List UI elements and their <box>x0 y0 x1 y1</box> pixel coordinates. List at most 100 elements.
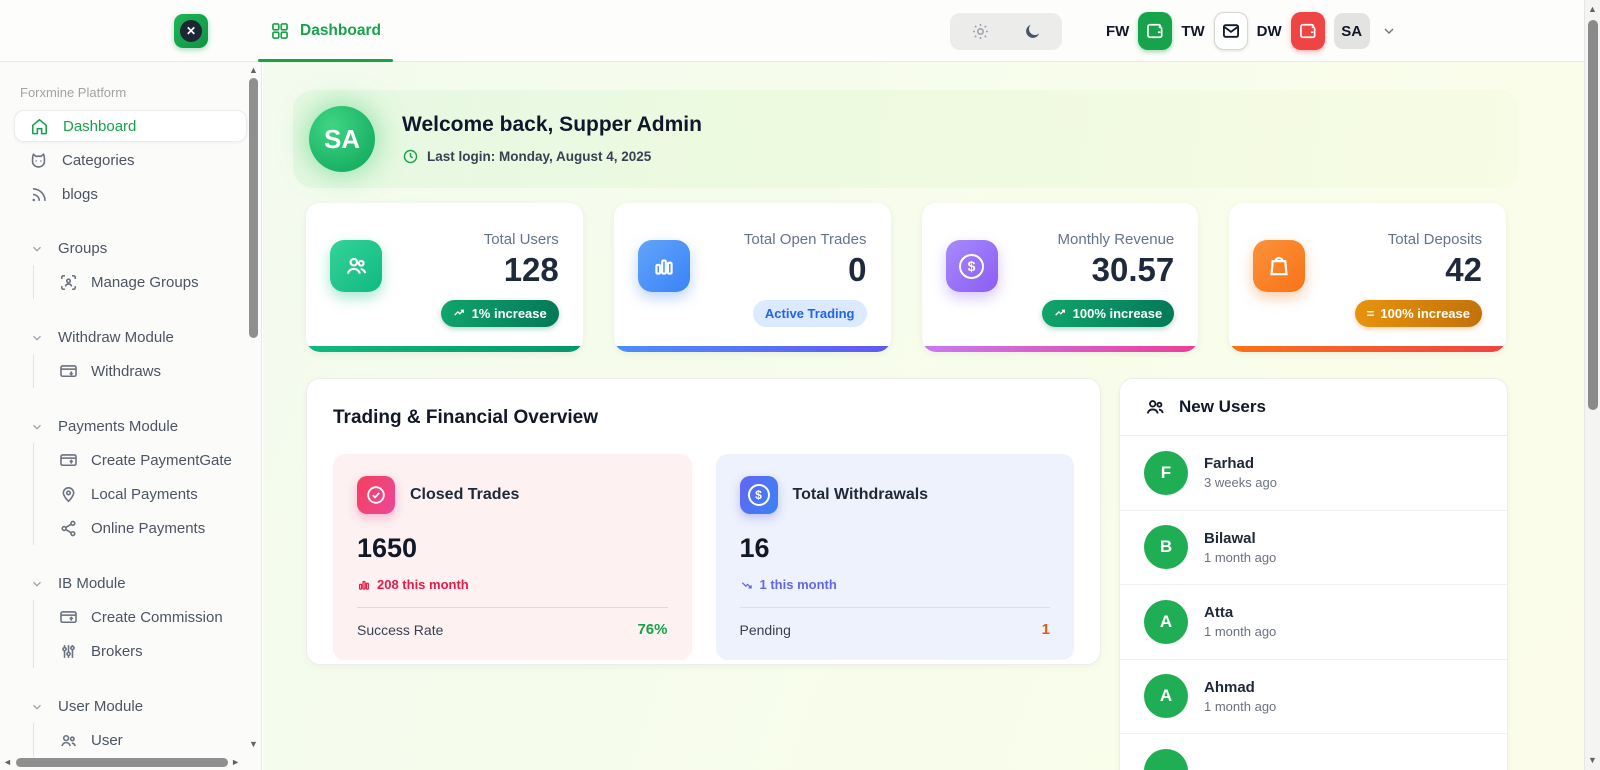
sidebar-section-groups[interactable]: Groups <box>14 240 247 257</box>
user-name: Farhad <box>1204 455 1277 472</box>
users-icon <box>330 240 382 292</box>
avatar: SA <box>309 106 375 172</box>
theme-toggle[interactable] <box>950 13 1062 50</box>
trend-up-icon <box>453 307 466 320</box>
sidebar-item-label: Dashboard <box>63 118 136 135</box>
sidebar-horizontal-scrollbar[interactable]: ◄ ► <box>0 755 246 770</box>
sidebar-section-label: IB Module <box>58 575 126 592</box>
sidebar-item-user[interactable]: User <box>47 723 261 757</box>
chevron-down-icon <box>30 577 44 591</box>
list-item[interactable] <box>1120 734 1507 770</box>
stat-badge-label: 100% increase <box>1073 306 1163 321</box>
list-item[interactable]: F Farhad 3 weeks ago <box>1120 436 1507 511</box>
scroll-right-arrow[interactable]: ► <box>231 758 240 767</box>
sidebar-subgroup-payments: Create PaymentGate Local Payments Online… <box>33 443 261 545</box>
platform-label: Forxmine Platform <box>20 85 261 100</box>
stat-accent-bar <box>614 346 891 352</box>
avatar: A <box>1144 674 1188 718</box>
user-time: 1 month ago <box>1204 550 1276 565</box>
avatar: B <box>1144 525 1188 569</box>
stat-value: 30.57 <box>1092 251 1175 289</box>
sidebar-item-dashboard[interactable]: Dashboard <box>14 110 247 142</box>
equals-icon <box>1367 306 1375 321</box>
page-scrollbar-thumb[interactable] <box>1588 20 1598 410</box>
scroll-up-arrow[interactable]: ▲ <box>1588 5 1597 14</box>
stat-badge-label: 1% increase <box>472 306 547 321</box>
bar-chart-icon <box>638 240 690 292</box>
sidebar-item-online-payments[interactable]: Online Payments <box>47 511 261 545</box>
sidebar-item-label: blogs <box>62 186 98 203</box>
list-item[interactable]: A Ahmad 1 month ago <box>1120 660 1507 735</box>
chevron-down-icon[interactable] <box>1381 23 1397 39</box>
user-name: Bilawal <box>1204 530 1276 547</box>
dw-wallet-button[interactable] <box>1291 12 1325 50</box>
sidebar-section-user-module[interactable]: User Module <box>14 698 247 715</box>
sidebar-vertical-scrollbar[interactable]: ▲ ▼ <box>246 62 261 754</box>
total-withdrawals-card: Total Withdrawals 16 1 this month Pendin… <box>716 454 1075 660</box>
sidebar-item-manage-groups[interactable]: Manage Groups <box>47 265 261 299</box>
sidebar-item-create-paymentgate[interactable]: Create PaymentGate <box>47 443 261 477</box>
sidebar-item-label: Categories <box>62 152 135 169</box>
tab-dashboard[interactable]: Dashboard <box>258 0 393 61</box>
sidebar-item-local-payments[interactable]: Local Payments <box>47 477 261 511</box>
list-item[interactable]: A Atta 1 month ago <box>1120 585 1507 660</box>
chevron-down-icon <box>30 700 44 714</box>
scroll-down-arrow[interactable]: ▼ <box>249 740 258 749</box>
success-rate-value: 76% <box>637 621 667 638</box>
stat-label: Total Users <box>484 231 559 248</box>
stat-badge: Active Trading <box>753 300 867 327</box>
sidebar-item-withdraws[interactable]: Withdraws <box>47 354 261 388</box>
sidebar-section-payments-module[interactable]: Payments Module <box>14 418 247 435</box>
sidebar-hscrollbar-thumb[interactable] <box>16 758 228 767</box>
main-content: SA Welcome back, Supper Admin Last login… <box>263 62 1584 770</box>
clock-icon <box>402 148 419 165</box>
sidebar-subgroup-groups: Manage Groups <box>33 265 261 299</box>
scroll-up-arrow[interactable]: ▲ <box>249 66 258 75</box>
fw-wallet-button[interactable] <box>1138 12 1172 50</box>
dw-wallet-label: DW <box>1257 23 1282 40</box>
stat-accent-bar <box>306 346 583 352</box>
scroll-left-arrow[interactable]: ◄ <box>3 758 12 767</box>
chevron-down-icon <box>30 242 44 256</box>
sidebar-section-ib-module[interactable]: IB Module <box>14 575 247 592</box>
page-scrollbar[interactable]: ▲ ▼ <box>1584 0 1600 770</box>
stat-card-total-users: Total Users 128 1% increase <box>306 203 583 352</box>
sidebar-item-create-commission[interactable]: Create Commission <box>47 600 261 634</box>
mail-icon <box>1221 21 1241 41</box>
sun-icon[interactable] <box>958 16 1002 47</box>
sidebar-item-categories[interactable]: Categories <box>14 144 247 176</box>
dollar-circle-icon <box>946 240 998 292</box>
user-name: Ahmad <box>1204 679 1276 696</box>
sidebar-section-withdraw-module[interactable]: Withdraw Module <box>14 329 247 346</box>
app-logo[interactable] <box>174 14 208 48</box>
moon-icon[interactable] <box>1010 16 1054 47</box>
welcome-banner: SA Welcome back, Supper Admin Last login… <box>293 90 1519 188</box>
topbar: Dashboard FW TW <box>0 0 1584 62</box>
stat-card-open-trades: Total Open Trades 0 Active Trading <box>614 203 891 352</box>
bar-chart-icon <box>357 578 371 592</box>
sidebar-scrollbar-thumb[interactable] <box>249 78 258 338</box>
check-circle-icon <box>357 476 395 514</box>
sidebar-section-label: User Module <box>58 698 143 715</box>
shopping-bag-icon <box>1253 240 1305 292</box>
stat-accent-bar <box>1229 346 1506 352</box>
avatar: F <box>1144 451 1188 495</box>
sidebar-item-label: Manage Groups <box>91 274 199 291</box>
chevron-down-icon <box>30 331 44 345</box>
user-avatar-chip[interactable]: SA <box>1334 13 1370 49</box>
list-item[interactable]: B Bilawal 1 month ago <box>1120 511 1507 586</box>
sidebar-item-blogs[interactable]: blogs <box>14 178 247 210</box>
stat-value: 42 <box>1445 251 1482 289</box>
last-login-text: Last login: Monday, August 4, 2025 <box>427 149 651 164</box>
scroll-down-arrow[interactable]: ▼ <box>1588 756 1597 765</box>
sidebar-item-brokers[interactable]: Brokers <box>47 634 261 668</box>
stat-card-monthly-revenue: Monthly Revenue 30.57 100% increase <box>922 203 1199 352</box>
user-time: 1 month ago <box>1204 624 1276 639</box>
stat-badge-label: 100% increase <box>1380 306 1470 321</box>
closed-trades-card: Closed Trades 1650 208 this month Succes… <box>333 454 692 660</box>
sidebar-subgroup-user: User <box>33 723 261 757</box>
avatar: A <box>1144 600 1188 644</box>
wallet-icon <box>1298 21 1318 41</box>
tw-wallet-button[interactable] <box>1214 12 1248 50</box>
withdrawals-delta: 1 this month <box>760 577 837 592</box>
